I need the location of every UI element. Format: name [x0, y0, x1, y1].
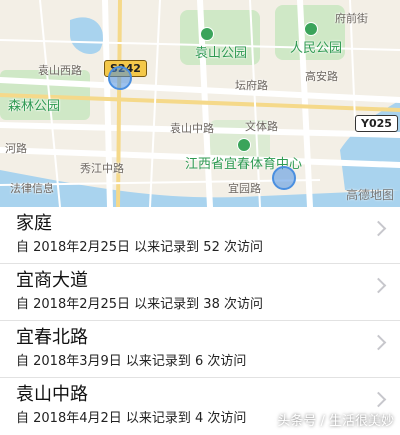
map-label-tanfu: 坛府路	[235, 79, 268, 92]
map-label-gaoan: 高安路	[305, 70, 338, 83]
map-label-yuanshan-middle: 袁山中路	[170, 122, 214, 135]
legal-info-link[interactable]: 法律信息	[10, 180, 54, 196]
place-detail: 自 2018年3月9日 以来记录到 6 次访问	[16, 354, 247, 369]
location-marker[interactable]	[108, 66, 132, 90]
place-detail: 自 2018年2月25日 以来记录到 52 次访问	[16, 240, 263, 255]
map-label-fuqian: 府前街	[335, 12, 368, 25]
map-label-wenti: 文体路	[245, 120, 278, 133]
map-label-yuanshan-park: 袁山公园	[195, 46, 248, 61]
map-label-people-park: 人民公园	[290, 41, 343, 56]
list-item[interactable]: 家庭 自 2018年2月25日 以来记录到 52 次访问	[0, 207, 400, 264]
location-marker[interactable]	[272, 166, 296, 190]
map-attribution: 高德地图	[345, 188, 394, 202]
place-name: 家庭	[16, 213, 52, 234]
watermark: 头条号 / 生活很美妙	[277, 414, 394, 429]
place-name: 宜春北路	[16, 327, 88, 348]
place-name: 袁山中路	[16, 384, 88, 405]
place-detail: 自 2018年2月25日 以来记录到 38 次访问	[16, 297, 263, 312]
places-list: 家庭 自 2018年2月25日 以来记录到 52 次访问 宜商大道 自 2018…	[0, 207, 400, 435]
sports-center-icon	[237, 138, 251, 152]
map-label-heng: 河路	[5, 142, 27, 155]
map-label-xiujiang: 秀江中路	[80, 162, 124, 175]
park-icon	[304, 22, 318, 36]
map-label-forest-park: 森林公园	[8, 99, 61, 114]
map-label-yuanshan-west: 袁山西路	[38, 64, 82, 77]
park-icon	[200, 27, 214, 41]
map-view[interactable]: 府前街 袁山公园 人民公园 袁山西路 森林公园 坛府路 高安路 袁山中路 文体路…	[0, 0, 400, 207]
route-badge-y025: Y025	[355, 115, 398, 132]
list-item[interactable]: 宜春北路 自 2018年3月9日 以来记录到 6 次访问	[0, 321, 400, 378]
place-name: 宜商大道	[16, 270, 88, 291]
list-item[interactable]: 宜商大道 自 2018年2月25日 以来记录到 38 次访问	[0, 264, 400, 321]
map-label-guanyuan: 宜园路	[228, 182, 261, 195]
